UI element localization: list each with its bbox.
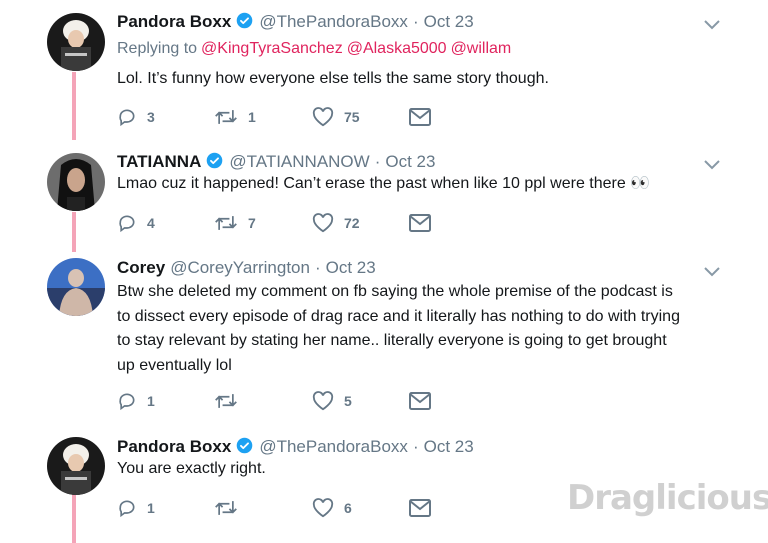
envelope-icon	[409, 214, 431, 232]
user-handle[interactable]: @TATIANNANOW	[229, 152, 369, 172]
mention-link[interactable]: @willam	[451, 40, 512, 57]
reply-icon	[119, 215, 135, 233]
verified-badge-icon	[236, 12, 253, 29]
mention-link[interactable]: @Alaska5000	[347, 40, 447, 57]
like-count: 5	[344, 393, 352, 409]
reply-count: 4	[147, 215, 155, 231]
tweet-date[interactable]: Oct 23	[424, 437, 474, 457]
reply-button[interactable]: 3	[117, 107, 157, 127]
reply-button[interactable]: 1	[117, 498, 157, 518]
reply-icon	[119, 500, 135, 518]
display-name[interactable]: Pandora Boxx	[117, 12, 231, 32]
retweet-count: 1	[248, 109, 256, 125]
like-count: 72	[344, 215, 360, 231]
thread-line	[72, 212, 76, 252]
tweet-date[interactable]: Oct 23	[424, 12, 474, 32]
heart-icon	[312, 107, 334, 127]
like-button[interactable]: 72	[312, 213, 360, 233]
verified-badge-icon	[236, 437, 253, 454]
retweet-icon	[215, 394, 237, 408]
mention-link[interactable]: @KingTyraSanchez	[201, 40, 343, 57]
tweet-text: Lmao cuz it happened! Can’t erase the pa…	[117, 175, 651, 192]
tweet-header: Pandora Boxx @ThePandoraBoxx · Oct 23	[117, 435, 474, 457]
reply-icon	[119, 393, 135, 411]
reply-button[interactable]: 1	[117, 391, 157, 411]
reply-count: 3	[147, 109, 155, 125]
thread-line	[72, 488, 76, 543]
retweet-icon	[215, 110, 237, 124]
user-handle[interactable]: @ThePandoraBoxx	[259, 12, 408, 32]
like-button[interactable]: 5	[312, 391, 354, 411]
direct-message-button[interactable]	[409, 499, 431, 517]
tweet-date[interactable]: Oct 23	[326, 258, 376, 278]
heart-icon	[312, 213, 334, 233]
like-count: 6	[344, 500, 352, 516]
user-handle[interactable]: @ThePandoraBoxx	[259, 437, 408, 457]
tweet-header: TATIANNA @TATIANNANOW · Oct 23	[117, 150, 435, 172]
retweet-button[interactable]: 7	[214, 213, 258, 233]
envelope-icon	[409, 108, 431, 126]
retweet-button[interactable]	[214, 498, 258, 518]
replying-to-label: Replying to	[117, 40, 198, 57]
retweet-icon	[215, 501, 237, 515]
reply-count: 1	[147, 500, 155, 516]
direct-message-button[interactable]	[409, 392, 431, 410]
like-count: 75	[344, 109, 360, 125]
tweet-text: Lol. It’s funny how everyone else tells …	[117, 70, 549, 87]
heart-icon	[312, 391, 334, 411]
tweet-date[interactable]: Oct 23	[385, 152, 435, 172]
direct-message-button[interactable]	[409, 108, 431, 126]
replying-to: Replying to @KingTyraSanchez @Alaska5000 @w…	[117, 40, 511, 58]
envelope-icon	[409, 499, 431, 517]
direct-message-button[interactable]	[409, 214, 431, 232]
envelope-icon	[409, 392, 431, 410]
separator-dot: ·	[314, 258, 321, 277]
chevron-down-icon[interactable]	[703, 265, 721, 277]
chevron-down-icon[interactable]	[703, 18, 721, 30]
tweet-text-line: Btw she deleted my comment on fb saying …	[117, 283, 673, 300]
tweet-text-line: to dissect every episode of drag race an…	[117, 307, 680, 325]
user-handle[interactable]: @CoreyYarrington	[170, 258, 310, 278]
avatar[interactable]	[47, 437, 105, 495]
tweet-text-line: up eventually lol	[117, 356, 232, 374]
display-name[interactable]: TATIANNA	[117, 152, 201, 172]
like-button[interactable]: 6	[312, 498, 354, 518]
tweet-text-line: to stay relevant by stating her name.. l…	[117, 332, 667, 349]
separator-dot: ·	[412, 12, 419, 31]
chevron-down-icon[interactable]	[703, 158, 721, 170]
separator-dot: ·	[374, 152, 381, 171]
avatar[interactable]	[47, 153, 105, 211]
thread-line	[72, 72, 76, 140]
tweet-header: Pandora Boxx @ThePandoraBoxx · Oct 23	[117, 10, 474, 32]
reply-button[interactable]: 4	[117, 213, 157, 233]
reply-icon	[119, 109, 135, 127]
separator-dot: ·	[412, 437, 419, 456]
reply-count: 1	[147, 393, 155, 409]
retweet-button[interactable]	[214, 391, 258, 411]
verified-badge-icon	[206, 152, 223, 169]
retweet-count: 7	[248, 215, 256, 231]
display-name[interactable]: Pandora Boxx	[117, 437, 231, 457]
watermark: Draglicious	[567, 478, 768, 518]
avatar[interactable]	[47, 258, 105, 316]
avatar[interactable]	[47, 13, 105, 71]
heart-icon	[312, 498, 334, 518]
tweet-header: Corey @CoreyYarrington · Oct 23	[117, 258, 376, 278]
tweet-text: Btw she deleted my comment on fb saying …	[117, 280, 717, 378]
retweet-button[interactable]: 1	[214, 107, 258, 127]
like-button[interactable]: 75	[312, 107, 360, 127]
display-name[interactable]: Corey	[117, 258, 165, 278]
retweet-icon	[215, 216, 237, 230]
